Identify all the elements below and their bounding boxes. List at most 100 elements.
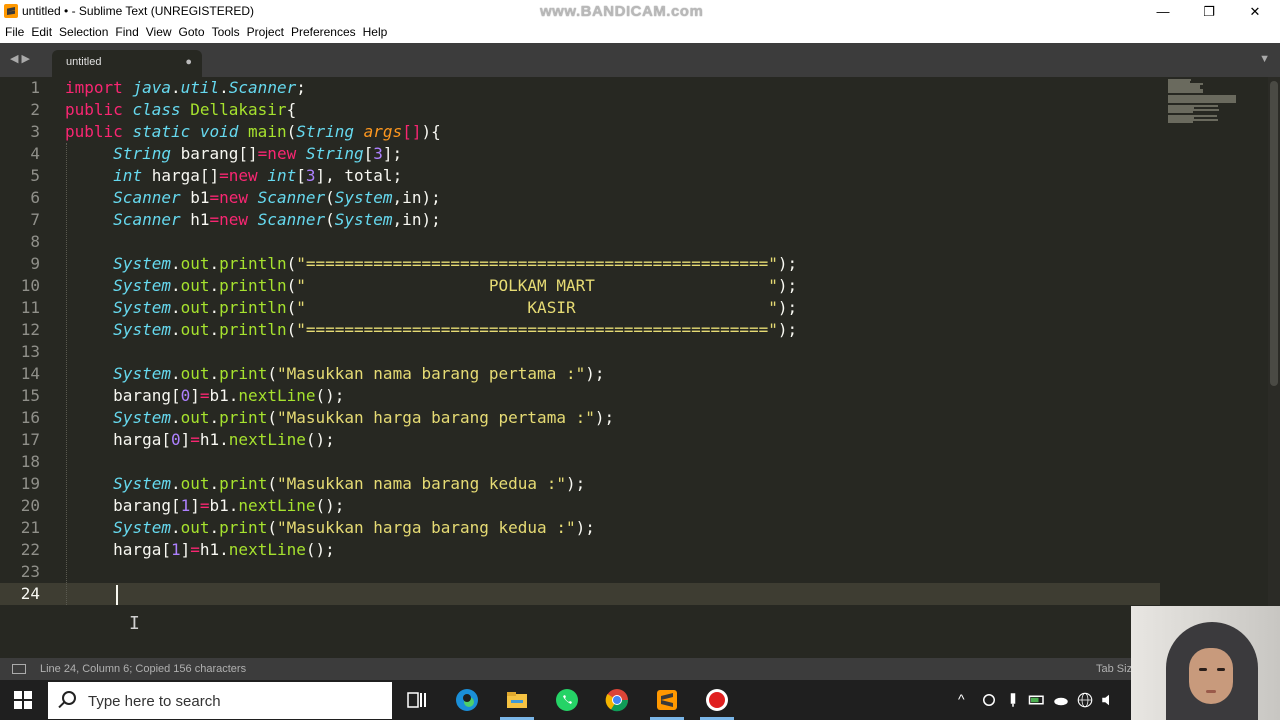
code-token: "=======================================… [296,254,778,273]
menu-preferences[interactable]: Preferences [291,23,360,43]
code-token: System [113,320,171,339]
close-button[interactable]: ✕ [1232,0,1278,23]
minimize-button[interactable]: — [1140,0,1186,23]
whatsapp-icon[interactable] [555,688,579,712]
panel-toggle-icon[interactable] [12,664,26,674]
menu-selection[interactable]: Selection [59,23,112,43]
code-token: ); [777,254,798,273]
line-number: 2 [30,100,40,119]
tab-size-indicator[interactable]: Tab Siz [1096,663,1132,675]
code-token: util [180,78,220,97]
code-token: import [65,78,133,97]
code-line[interactable]: System.out.print("Masukkan harga barang … [65,407,614,429]
minimap[interactable] [1160,77,1250,137]
code-token: ( [325,210,335,229]
menu-project[interactable]: Project [247,23,288,43]
tab-nav-arrows-icon[interactable]: ◀ ▶ [10,52,30,65]
code-line[interactable]: barang[1]=b1.nextLine(); [65,495,344,517]
code-line[interactable]: System.out.println(" KASIR "); [65,297,797,319]
usb-icon[interactable] [1004,688,1022,712]
volume-icon[interactable] [1100,688,1118,712]
line-number: 4 [30,144,40,163]
code-token: (); [305,540,335,559]
code-line[interactable]: harga[0]=h1.nextLine(); [65,429,335,451]
code-line[interactable]: System.out.print("Masukkan nama barang k… [65,473,585,495]
line-number: 14 [20,364,40,383]
code-token: nextLine [238,386,316,405]
line-number: 3 [30,122,40,141]
menu-find[interactable]: Find [115,23,142,43]
menu-file[interactable]: File [5,23,28,43]
title-bar: untitled • - Sublime Text (UNREGISTERED)… [0,0,1280,23]
unsaved-dot-icon[interactable]: ● [185,56,192,68]
edge-icon[interactable] [455,688,479,712]
menu-goto[interactable]: Goto [179,23,209,43]
code-line[interactable]: Scanner h1=new Scanner(System,in); [65,209,441,231]
code-token: 1 [170,540,181,559]
code-token: "Masukkan nama barang kedua :" [276,474,566,493]
bandicam-watermark: www.BANDICAM.com [540,3,704,20]
code-token: barang[ [65,496,181,515]
menu-edit[interactable]: Edit [31,23,56,43]
tab-bar: ◀ ▶ untitled ● ▼ [0,43,1280,77]
code-token: = [199,386,210,405]
network-icon[interactable] [1076,688,1094,712]
code-line[interactable]: Scanner b1=new Scanner(System,in); [65,187,441,209]
code-token: void [199,122,249,141]
onedrive-icon[interactable] [1052,688,1070,712]
code-token: . [170,408,181,427]
restore-button[interactable]: ❐ [1186,0,1232,23]
line-number: 22 [20,540,40,559]
code-token: . [170,276,181,295]
tab-dropdown-icon[interactable]: ▼ [1259,53,1270,65]
code-token: java [132,78,171,97]
scrollbar-thumb[interactable] [1270,81,1278,386]
code-editor[interactable]: 1 2 3 4 5 6 7 8 9 10 11 12 13 14 15 16 17 18 19 20 21 22 23 24 … [0,77,1268,658]
vertical-scrollbar[interactable] [1268,77,1280,658]
file-explorer-icon[interactable] [505,688,529,712]
code-token: ( [286,298,297,317]
code-line[interactable]: System.out.print("Masukkan harga barang … [65,517,595,539]
windows-start-icon[interactable] [14,691,32,709]
code-line[interactable]: System.out.println("====================… [65,319,797,341]
code-line[interactable]: harga[1]=h1.nextLine(); [65,539,335,561]
code-token: (); [305,430,335,449]
menu-view[interactable]: View [146,23,176,43]
code-token: h1. [199,430,229,449]
tab-untitled[interactable]: untitled ● [52,50,202,77]
code-line[interactable]: barang[0]=b1.nextLine(); [65,385,344,407]
code-token: =new [209,188,258,207]
line-number: 17 [20,430,40,449]
code-token: { [431,122,441,141]
line-number: 18 [20,452,40,471]
code-token: ); [594,408,615,427]
code-token: ( [286,122,297,141]
menu-help[interactable]: Help [363,23,392,43]
chrome-icon[interactable] [605,688,629,712]
sublime-text-taskbar-icon[interactable] [655,688,679,712]
search-icon [62,691,76,705]
tray-app-icon[interactable] [980,688,998,712]
taskbar-search-box[interactable]: Type here to search [48,682,392,719]
code-line[interactable]: String barang[]=new String[3]; [65,143,402,165]
code-token: System [113,518,171,537]
code-line[interactable]: System.out.println("====================… [65,253,797,275]
code-line[interactable]: System.out.println(" POLKAM MART "); [65,275,797,297]
task-view-icon[interactable] [405,688,429,712]
code-token: 0 [170,430,181,449]
battery-icon[interactable] [1028,688,1046,712]
menu-tools[interactable]: Tools [212,23,244,43]
code-line[interactable]: int harga[]=new int[3], total; [65,165,402,187]
code-line[interactable]: import java.util.Scanner; [65,77,306,99]
code-token: String [305,144,364,163]
tray-chevron-icon[interactable]: ^ [958,691,965,707]
code-token: int [267,166,297,185]
code-line[interactable]: System.out.print("Masukkan nama barang p… [65,363,604,385]
code-line[interactable]: public static void main(String args[]){ [65,121,441,143]
code-line[interactable]: public class Dellakasir{ [65,99,296,121]
bandicam-icon[interactable] [705,688,729,712]
code-token: . [209,408,220,427]
